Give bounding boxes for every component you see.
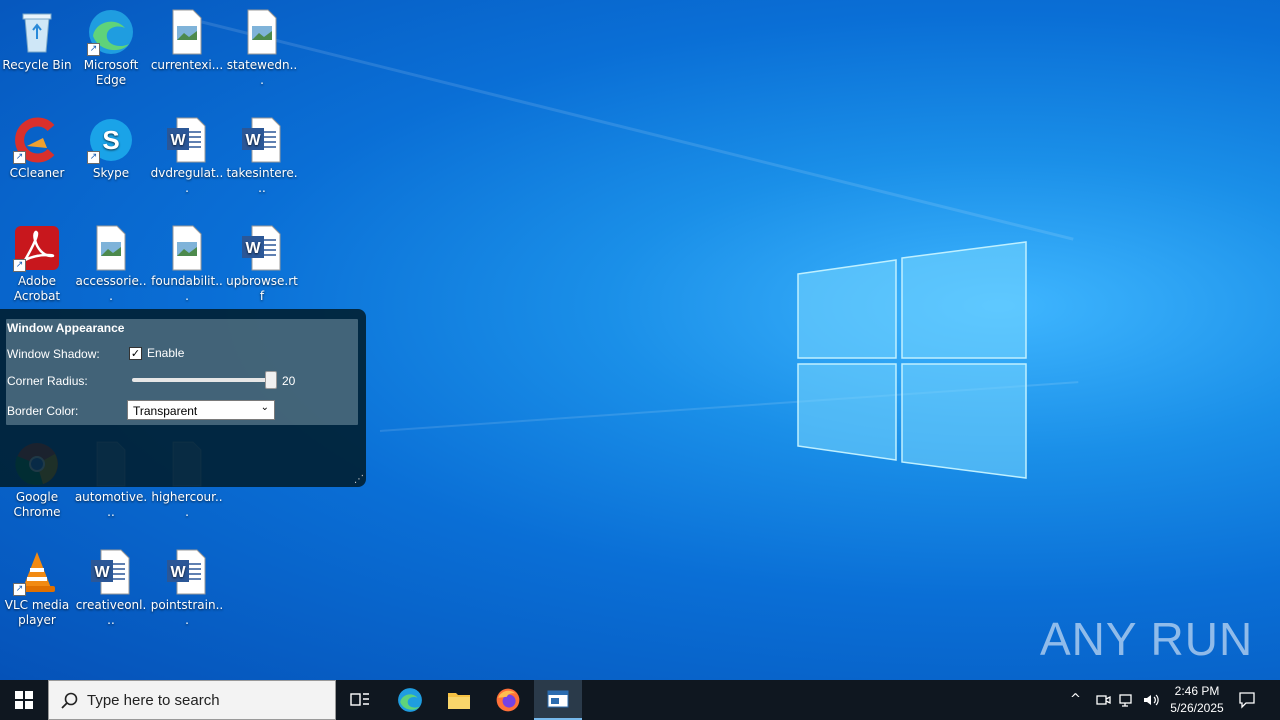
window-shadow-checkbox-label[interactable]: Enable — [147, 346, 184, 360]
meet-now-icon[interactable] — [1095, 692, 1111, 708]
icon-label: statewedn... — [226, 58, 298, 87]
word-doc-icon: W — [238, 224, 286, 272]
icon-label: upbrowse.rtf — [226, 274, 298, 303]
windows-start-icon — [15, 691, 33, 709]
acrobat-icon: ↗ — [13, 224, 61, 272]
window-shadow-checkbox[interactable]: ✓ — [129, 347, 142, 360]
word-doc-icon: W — [87, 548, 135, 596]
edge-icon — [398, 688, 422, 712]
recycle-bin-icon — [13, 8, 61, 56]
watermark: ANY RUN — [1040, 613, 1254, 665]
icon-label: dvdregulat... — [150, 166, 224, 195]
chevron-down-icon: ⌄ — [260, 402, 269, 413]
vlc-icon: ↗ — [13, 548, 61, 596]
icon-label: automotive... — [74, 490, 148, 519]
network-icon[interactable] — [1119, 692, 1135, 708]
icon-label: takesintere... — [226, 166, 298, 195]
svg-text:S: S — [102, 125, 119, 155]
clock-date: 5/26/2025 — [1170, 701, 1224, 715]
icon-label: creativeonl... — [75, 598, 147, 627]
search-placeholder: Type here to search — [87, 692, 220, 709]
icon-label: pointstrain... — [150, 598, 224, 627]
corner-radius-value: 20 — [282, 374, 296, 388]
desktop-icon-accessorie[interactable]: accessorie... — [74, 224, 148, 304]
task-view-button[interactable] — [336, 680, 384, 720]
icon-label: Recycle Bin — [2, 58, 72, 72]
search-icon — [61, 692, 78, 709]
window-shadow-label: Window Shadow: — [7, 347, 100, 361]
icon-label: accessorie... — [75, 274, 147, 303]
desktop-icon-skype[interactable]: S ↗ Skype — [74, 116, 148, 181]
corner-radius-slider[interactable] — [132, 378, 272, 382]
icon-label: VLC media player — [4, 598, 70, 627]
taskbar-edge[interactable] — [386, 680, 434, 720]
desktop-icon-currentexi[interactable]: currentexi... — [150, 8, 224, 73]
taskbar-search-box[interactable]: Type here to search — [48, 680, 336, 720]
desktop-icon-creativeonl[interactable]: W creativeonl... — [74, 548, 148, 628]
taskbar-file-explorer[interactable] — [435, 680, 483, 720]
corner-radius-slider-thumb[interactable] — [265, 371, 277, 389]
windows-logo — [797, 241, 1027, 479]
icon-label: currentexi... — [150, 58, 224, 72]
icon-label: Google Chrome — [13, 490, 61, 519]
word-doc-icon: W — [163, 116, 211, 164]
desktop-icon-foundabilit[interactable]: foundabilit... — [150, 224, 224, 304]
desktop-icon-pointstrain[interactable]: W pointstrain... — [150, 548, 224, 628]
svg-text:W: W — [245, 132, 261, 149]
svg-text:W: W — [170, 132, 186, 149]
word-doc-icon: W — [163, 548, 211, 596]
image-file-icon — [238, 8, 286, 56]
skype-icon: S ↗ — [87, 116, 135, 164]
desktop-icon-takesintere[interactable]: W takesintere... — [225, 116, 299, 196]
corner-radius-label: Corner Radius: — [7, 374, 88, 388]
word-doc-icon: W — [238, 116, 286, 164]
app-window-icon — [547, 690, 569, 708]
border-color-value: Transparent — [133, 404, 198, 418]
image-file-icon — [87, 224, 135, 272]
desktop-icon-statewedn[interactable]: statewedn... — [225, 8, 299, 88]
desktop-icon-acrobat[interactable]: ↗ Adobe Acrobat — [0, 224, 74, 304]
start-button[interactable] — [0, 680, 48, 720]
border-color-dropdown[interactable]: Transparent ⌄ — [127, 400, 275, 420]
window-appearance-panel: Window Appearance Window Shadow: ✓ Enabl… — [0, 309, 366, 487]
volume-icon[interactable] — [1142, 692, 1160, 708]
task-view-icon — [350, 693, 369, 706]
desktop-icon-upbrowse[interactable]: W upbrowse.rtf — [225, 224, 299, 304]
taskbar: Type here to search ^ 2:46 PM 5/26/2025 — [0, 680, 1280, 720]
folder-icon — [448, 693, 470, 709]
taskbar-clock[interactable]: 2:46 PM 5/26/2025 — [1160, 683, 1234, 717]
desktop-icon-edge[interactable]: ↗ Microsoft Edge — [74, 8, 148, 88]
image-file-icon — [163, 224, 211, 272]
border-color-label: Border Color: — [7, 404, 79, 418]
icon-label: foundabilit... — [151, 274, 223, 303]
icon-label: Microsoft Edge — [83, 58, 139, 87]
firefox-icon — [496, 688, 520, 712]
desktop-icon-dvdregulat[interactable]: W dvdregulat... — [150, 116, 224, 196]
icon-label: CCleaner — [9, 166, 65, 180]
icon-label: Adobe Acrobat — [13, 274, 61, 303]
svg-text:W: W — [245, 240, 261, 257]
icon-label: Skype — [92, 166, 130, 180]
image-file-icon — [163, 8, 211, 56]
desktop-icon-vlc[interactable]: ↗ VLC media player — [0, 548, 74, 628]
desktop-icon-ccleaner[interactable]: ↗ CCleaner — [0, 116, 74, 181]
panel-title: Window Appearance — [7, 321, 125, 335]
taskbar-firefox[interactable] — [484, 680, 532, 720]
svg-text:W: W — [170, 564, 186, 581]
clock-time: 2:46 PM — [1174, 684, 1220, 698]
chevron-up-icon[interactable]: ^ — [1070, 692, 1081, 707]
taskbar-active-app[interactable] — [534, 680, 582, 720]
svg-text:W: W — [94, 564, 110, 581]
ccleaner-icon: ↗ — [13, 116, 61, 164]
desktop-icon-recycle-bin[interactable]: Recycle Bin — [0, 8, 74, 73]
desktop: Recycle Bin ↗ Microsoft Edge currentexi.… — [0, 0, 1280, 680]
icon-label: highercour... — [151, 490, 223, 519]
notification-icon[interactable] — [1238, 691, 1256, 709]
edge-icon: ↗ — [87, 8, 135, 56]
resize-grip-icon[interactable]: ⋰ — [354, 475, 364, 485]
